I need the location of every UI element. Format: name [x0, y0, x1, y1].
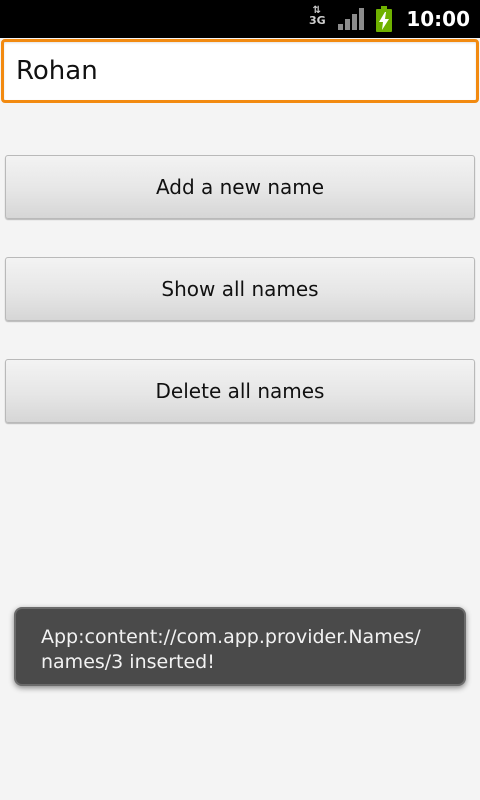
- toast-line-1: App:content://com.app.provider.Names/: [41, 626, 421, 648]
- status-clock: 10:00: [406, 7, 470, 31]
- add-name-button[interactable]: Add a new name: [5, 155, 475, 219]
- signal-bar: [352, 14, 358, 30]
- signal-bar: [359, 8, 365, 30]
- network-label: 3G: [308, 14, 326, 27]
- show-all-names-button[interactable]: Show all names: [5, 257, 475, 321]
- toast-line-2: names/3 inserted!: [41, 651, 215, 673]
- name-input[interactable]: [1, 39, 479, 103]
- network-3g-icon: ⇅ 3G: [306, 6, 328, 32]
- status-icons: ⇅ 3G 10:00: [306, 0, 480, 38]
- charging-bolt-icon: [379, 12, 390, 30]
- status-bar: ⇅ 3G 10:00: [0, 0, 480, 38]
- toast-message: App:content://com.app.provider.Names/ na…: [14, 607, 466, 686]
- signal-icon: [338, 8, 365, 30]
- battery-charging-icon: [376, 6, 393, 32]
- signal-bar: [345, 19, 351, 30]
- delete-all-names-button[interactable]: Delete all names: [5, 359, 475, 423]
- signal-bar: [338, 24, 344, 30]
